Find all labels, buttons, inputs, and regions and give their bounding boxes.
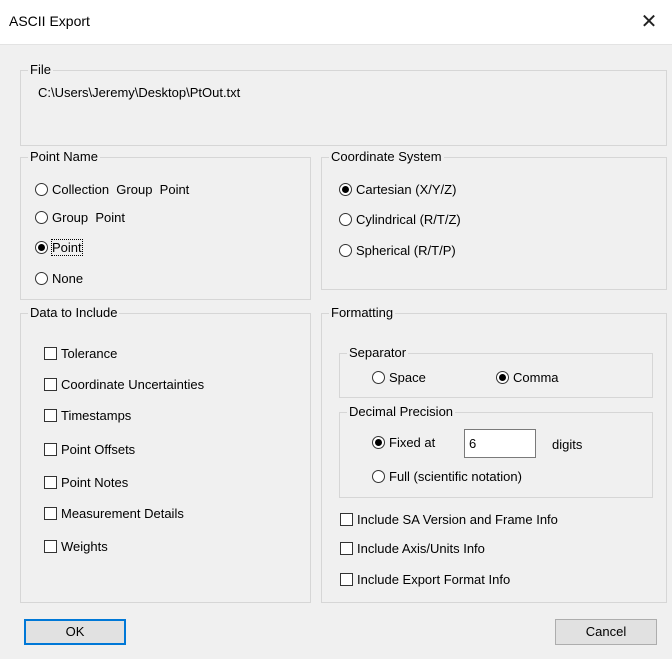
data-item-tolerance[interactable]: Tolerance	[44, 346, 117, 361]
option-label: None	[52, 271, 84, 286]
checkbox[interactable]	[44, 507, 57, 520]
point-name-option-none[interactable]: None	[35, 271, 83, 286]
data-item-timestamps[interactable]: Timestamps	[44, 408, 131, 423]
point-name-group-label: Point Name	[28, 149, 100, 165]
radio-button[interactable]	[35, 211, 48, 224]
decimal-precision-group: Decimal Precision Fixed at digits Full (…	[339, 404, 653, 498]
checkbox[interactable]	[44, 378, 57, 391]
checkbox-label: Point Offsets	[61, 442, 136, 457]
data-item-coordinate-uncertainties[interactable]: Coordinate Uncertainties	[44, 377, 204, 392]
include-sa-version-frame-info[interactable]: Include SA Version and Frame Info	[340, 512, 558, 527]
option-label: Group Point	[52, 210, 125, 225]
checkbox-label: Include Export Format Info	[357, 572, 511, 587]
radio-button-selected[interactable]	[339, 183, 352, 196]
separator-option-space[interactable]: Space	[372, 370, 426, 385]
radio-button[interactable]	[372, 470, 385, 483]
option-label: Cylindrical (R/T/Z)	[356, 212, 461, 227]
coordinate-system-group: Coordinate System Cartesian (X/Y/Z) Cyli…	[321, 149, 667, 290]
coordinate-option-cylindrical[interactable]: Cylindrical (R/T/Z)	[339, 212, 461, 227]
data-item-weights[interactable]: Weights	[44, 539, 108, 554]
radio-button[interactable]	[35, 183, 48, 196]
option-label: Full (scientific notation)	[389, 469, 522, 484]
precision-option-full[interactable]: Full (scientific notation)	[372, 469, 522, 484]
checkbox-label: Measurement Details	[61, 506, 184, 521]
data-item-point-offsets[interactable]: Point Offsets	[44, 442, 135, 457]
data-to-include-group: Data to Include Tolerance Coordinate Unc…	[20, 305, 311, 603]
checkbox[interactable]	[44, 347, 57, 360]
radio-button-selected[interactable]	[496, 371, 509, 384]
coordinate-option-cartesian[interactable]: Cartesian (X/Y/Z)	[339, 182, 456, 197]
file-path: C:\Users\Jeremy\Desktop\PtOut.txt	[38, 85, 241, 100]
ok-button[interactable]: OK	[24, 619, 126, 645]
file-group-label: File	[28, 62, 53, 78]
data-item-point-notes[interactable]: Point Notes	[44, 475, 128, 490]
checkbox[interactable]	[44, 443, 57, 456]
option-label: Space	[389, 370, 426, 385]
point-name-option-point[interactable]: Point	[35, 239, 83, 256]
checkbox[interactable]	[340, 513, 353, 526]
include-export-format-info[interactable]: Include Export Format Info	[340, 572, 510, 587]
cancel-button[interactable]: Cancel	[555, 619, 657, 645]
title-bar: ASCII Export ✕	[0, 0, 672, 45]
coordinate-system-group-label: Coordinate System	[329, 149, 444, 165]
precision-option-fixed[interactable]: Fixed at	[372, 435, 435, 450]
data-item-measurement-details[interactable]: Measurement Details	[44, 506, 184, 521]
point-name-option-group-point[interactable]: Group Point	[35, 210, 125, 225]
checkbox[interactable]	[44, 409, 57, 422]
option-label: Comma	[513, 370, 559, 385]
option-label: Point	[51, 239, 83, 256]
point-name-group: Point Name Collection Group Point Group …	[20, 149, 311, 300]
data-to-include-group-label: Data to Include	[28, 305, 120, 321]
window-title: ASCII Export	[9, 13, 90, 29]
file-group: File C:\Users\Jeremy\Desktop\PtOut.txt	[20, 62, 667, 146]
checkbox-label: Weights	[61, 539, 108, 554]
option-label: Cartesian (X/Y/Z)	[356, 182, 457, 197]
radio-button[interactable]	[372, 371, 385, 384]
formatting-group: Formatting Separator Space Comma Decimal…	[321, 305, 667, 603]
radio-button[interactable]	[339, 244, 352, 257]
fixed-digits-input[interactable]	[464, 429, 536, 458]
checkbox[interactable]	[340, 573, 353, 586]
radio-button[interactable]	[35, 272, 48, 285]
checkbox-label: Include Axis/Units Info	[357, 541, 485, 556]
formatting-group-label: Formatting	[329, 305, 396, 321]
include-axis-units-info[interactable]: Include Axis/Units Info	[340, 541, 485, 556]
option-label: Collection Group Point	[52, 182, 190, 197]
close-icon[interactable]: ✕	[626, 0, 672, 44]
checkbox-label: Point Notes	[61, 475, 129, 490]
coordinate-option-spherical[interactable]: Spherical (R/T/P)	[339, 243, 456, 258]
checkbox[interactable]	[340, 542, 353, 555]
radio-button-selected[interactable]	[372, 436, 385, 449]
checkbox-label: Timestamps	[61, 408, 132, 423]
checkbox-label: Coordinate Uncertainties	[61, 377, 205, 392]
checkbox-label: Tolerance	[61, 346, 118, 361]
separator-group-label: Separator	[347, 345, 409, 361]
checkbox[interactable]	[44, 540, 57, 553]
point-name-option-collection-group-point[interactable]: Collection Group Point	[35, 182, 189, 197]
option-label: Spherical (R/T/P)	[356, 243, 456, 258]
separator-group: Separator Space Comma	[339, 345, 653, 398]
radio-button-selected[interactable]	[35, 241, 48, 254]
separator-option-comma[interactable]: Comma	[496, 370, 559, 385]
checkbox-label: Include SA Version and Frame Info	[357, 512, 558, 527]
radio-button[interactable]	[339, 213, 352, 226]
option-label: Fixed at	[389, 435, 436, 450]
decimal-precision-group-label: Decimal Precision	[347, 404, 456, 420]
digits-label: digits	[552, 437, 583, 452]
checkbox[interactable]	[44, 476, 57, 489]
